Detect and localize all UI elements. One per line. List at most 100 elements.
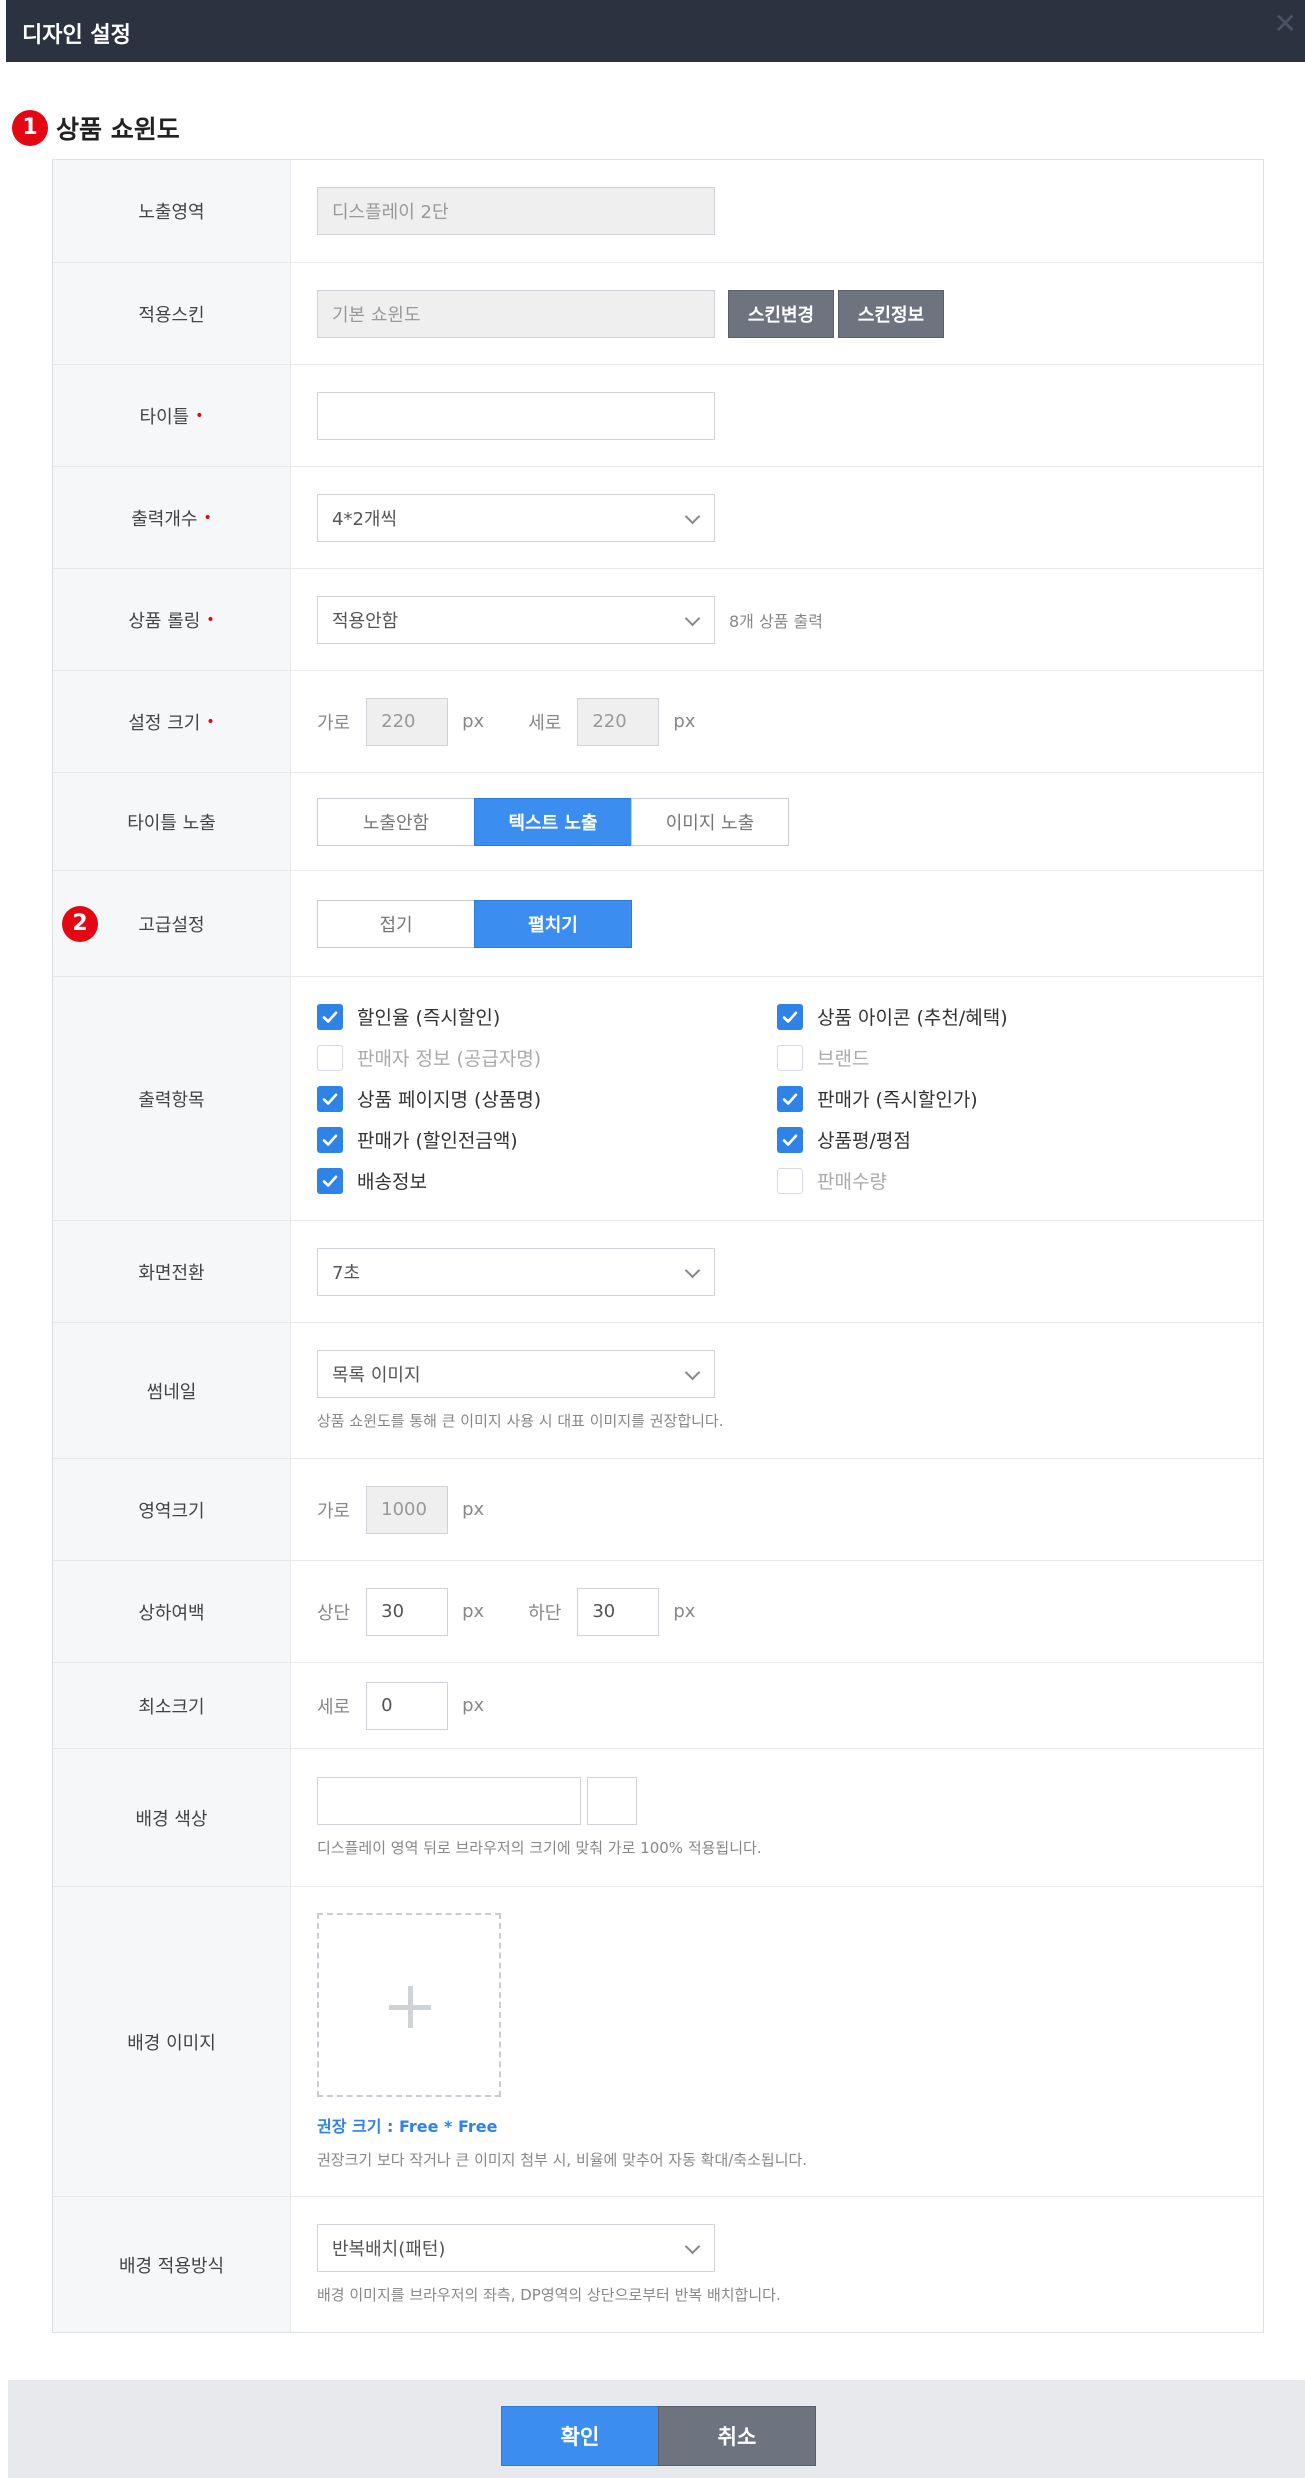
output-item-checkbox[interactable]: 상품 아이콘 (추천/혜택) — [777, 1003, 1177, 1030]
size-height-input[interactable]: 220 — [577, 697, 660, 746]
output-item-checkbox[interactable]: 브랜드 — [777, 1044, 1177, 1071]
checkbox-label: 상품 아이콘 (추천/혜택) — [817, 1007, 1008, 1029]
required-mark: • — [206, 611, 215, 628]
select-value: 목록 이미지 — [332, 1365, 421, 1386]
size-width-input[interactable]: 220 — [366, 697, 449, 746]
required-mark: • — [206, 713, 215, 730]
thumbnail-label: 썸네일 — [53, 1323, 291, 1458]
dialog-footer: 확인 취소 — [8, 2380, 1305, 2478]
output-item-checkbox[interactable]: 상품평/평점 — [777, 1126, 1177, 1153]
row-margin: 상하여백 상단 30 px 하단 30 px — [53, 1560, 1263, 1662]
size-height-label: 세로 — [528, 712, 562, 734]
min-height-input[interactable]: 0 — [366, 1681, 449, 1730]
color-swatch[interactable] — [587, 1777, 637, 1825]
output-item-checkbox[interactable]: 판매수량 — [777, 1167, 1177, 1194]
output-item-checkbox[interactable]: 배송정보 — [317, 1167, 777, 1194]
row-bg-mode: 배경 적용방식 반복배치(패턴) 배경 이미지를 브라우저의 좌측, DP영역의… — [53, 2196, 1263, 2332]
advanced-label: 2 고급설정 — [53, 871, 291, 976]
skin-input[interactable]: 기본 쇼윈도 — [317, 289, 715, 338]
rolling-select[interactable]: 적용안함 — [317, 595, 715, 644]
label-text: 화면전환 — [138, 1262, 205, 1284]
row-title-display: 타이틀 노출 노출안함 텍스트 노출 이미지 노출 — [53, 772, 1263, 870]
title-display-text-option[interactable]: 텍스트 노출 — [474, 797, 632, 846]
margin-top-input[interactable]: 30 — [366, 1587, 449, 1636]
collapse-option[interactable]: 접기 — [317, 899, 475, 948]
close-icon[interactable]: ✕ — [1274, 10, 1297, 38]
row-bg-image: 배경 이미지 권장 크기 : Free * Free 권장크기 보다 작거나 큰… — [53, 1886, 1263, 2196]
label-text: 배경 적용방식 — [118, 2255, 225, 2277]
area-width-unit: px — [462, 1499, 485, 1520]
label-text: 출력개수 — [131, 508, 198, 530]
checkbox-label: 판매가 (즉시할인가) — [817, 1089, 978, 1111]
output-item-checkbox[interactable]: 할인율 (즉시할인) — [317, 1003, 777, 1030]
checkbox-checked-icon[interactable] — [777, 1126, 803, 1153]
checkbox-checked-icon[interactable] — [317, 1085, 343, 1112]
checkbox-checked-icon[interactable] — [317, 1167, 343, 1194]
checkbox-checked-icon[interactable] — [317, 1003, 343, 1030]
title-display-label: 타이틀 노출 — [53, 773, 291, 870]
min-height-label: 세로 — [317, 1696, 351, 1718]
area-width-input[interactable]: 1000 — [366, 1485, 449, 1534]
checkbox-label: 배송정보 — [357, 1171, 427, 1193]
label-text: 배경 이미지 — [127, 2032, 216, 2054]
label-text: 설정 크기 — [128, 712, 201, 734]
select-value: 반복배치(패턴) — [332, 2239, 446, 2260]
transition-select[interactable]: 7초 — [317, 1247, 715, 1296]
checkbox-checked-icon[interactable] — [777, 1003, 803, 1030]
label-text: 최소크기 — [138, 1696, 205, 1718]
output-item-checkbox[interactable]: 판매자 정보 (공급자명) — [317, 1044, 777, 1071]
row-output-count: 출력개수 • 4*2개씩 — [53, 466, 1263, 568]
title-display-none-option[interactable]: 노출안함 — [317, 797, 475, 846]
expand-option[interactable]: 펼치기 — [474, 899, 632, 948]
skin-change-button[interactable]: 스킨변경 — [728, 289, 834, 338]
output-item-checkbox[interactable]: 판매가 (즉시할인가) — [777, 1085, 1177, 1112]
label-text: 출력항목 — [138, 1089, 205, 1111]
output-item-checkbox[interactable]: 상품 페이지명 (상품명) — [317, 1085, 777, 1112]
row-title: 타이틀 • — [53, 364, 1263, 466]
label-text: 타이틀 — [139, 406, 190, 428]
label-text: 노출영역 — [138, 202, 205, 223]
checkbox-empty-icon[interactable] — [777, 1167, 803, 1194]
label-text: 영역크기 — [138, 1500, 205, 1522]
step-badge-1: 1 — [12, 110, 48, 146]
checkbox-checked-icon[interactable] — [777, 1085, 803, 1112]
title-display-image-option[interactable]: 이미지 노출 — [631, 797, 789, 846]
checkbox-label: 판매가 (할인전금액) — [357, 1130, 518, 1152]
label-text: 상하여백 — [138, 1602, 205, 1624]
title-input[interactable] — [317, 391, 715, 440]
section-title: 상품 쇼윈도 — [56, 115, 180, 144]
display-area-input[interactable]: 디스플레이 2단 — [317, 187, 715, 235]
row-min-size: 최소크기 세로 0 px — [53, 1662, 1263, 1748]
checkbox-empty-icon[interactable] — [777, 1044, 803, 1071]
advanced-toggle: 접기 펼치기 — [317, 899, 632, 948]
title-label: 타이틀 • — [53, 365, 291, 466]
row-skin: 적용스킨 기본 쇼윈도 스킨변경 스킨정보 — [53, 262, 1263, 364]
settings-form: 노출영역 디스플레이 2단 적용스킨 기본 쇼윈도 스킨변경 스킨정보 타이틀 •… — [52, 159, 1264, 2333]
bg-image-label: 배경 이미지 — [53, 1887, 291, 2196]
thumbnail-select[interactable]: 목록 이미지 — [317, 1350, 715, 1398]
bg-color-label: 배경 색상 — [53, 1749, 291, 1886]
bg-color-input[interactable] — [317, 1777, 581, 1825]
checkbox-checked-icon[interactable] — [317, 1126, 343, 1153]
select-value: 4*2개씩 — [332, 508, 398, 530]
output-count-select[interactable]: 4*2개씩 — [317, 493, 715, 542]
step-badge-2: 2 — [62, 905, 98, 942]
cancel-button[interactable]: 취소 — [658, 2406, 816, 2466]
image-upload-box[interactable] — [317, 1913, 501, 2097]
row-advanced: 2 고급설정 접기 펼치기 — [53, 870, 1263, 976]
section-header: 1 상품 쇼윈도 — [12, 108, 180, 148]
checkbox-label: 할인율 (즉시할인) — [357, 1007, 501, 1029]
skin-info-button[interactable]: 스킨정보 — [838, 289, 944, 338]
bg-mode-select[interactable]: 반복배치(패턴) — [317, 2224, 715, 2272]
margin-bottom-unit: px — [673, 1601, 696, 1622]
rolling-note: 8개 상품 출력 — [729, 611, 823, 631]
margin-bottom-input[interactable]: 30 — [577, 1587, 660, 1636]
checkbox-empty-icon[interactable] — [317, 1044, 343, 1071]
display-area-label: 노출영역 — [53, 160, 291, 262]
thumbnail-hint: 상품 쇼윈도를 통해 큰 이미지 사용 시 대표 이미지를 권장합니다. — [317, 1412, 724, 1430]
bg-color-hint: 디스플레이 영역 뒤로 브라우저의 크기에 맞춰 가로 100% 적용됩니다. — [317, 1839, 762, 1857]
confirm-button[interactable]: 확인 — [501, 2406, 659, 2466]
select-value: 7초 — [332, 1262, 361, 1284]
skin-label: 적용스킨 — [53, 263, 291, 364]
output-item-checkbox[interactable]: 판매가 (할인전금액) — [317, 1126, 777, 1153]
